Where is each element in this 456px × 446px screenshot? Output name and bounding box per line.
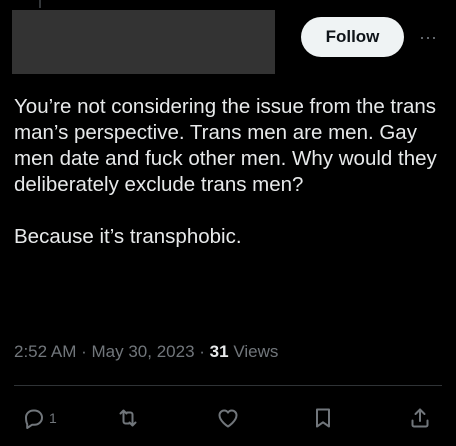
views-count: 31 — [209, 342, 229, 361]
more-options-icon[interactable]: ··· — [416, 27, 440, 47]
repost-button[interactable] — [116, 404, 140, 432]
views-label: Views — [233, 342, 279, 361]
bookmark-button[interactable] — [311, 404, 335, 432]
like-button[interactable] — [216, 404, 240, 432]
follow-button[interactable]: Follow — [301, 17, 404, 57]
share-icon — [411, 408, 429, 428]
meta-separator: · — [199, 342, 205, 361]
meta-separator: · — [81, 342, 87, 361]
post-date[interactable]: May 30, 2023 — [92, 342, 195, 361]
redacted-author-block — [12, 10, 275, 74]
repost-icon — [119, 409, 137, 427]
reply-count: 1 — [49, 410, 57, 426]
reply-button[interactable]: 1 — [22, 404, 57, 432]
post-text: You’re not considering the issue from th… — [14, 95, 437, 248]
action-bar: 1 — [0, 400, 456, 436]
post-metadata: 2:52 AM · May 30, 2023 · 31 Views — [14, 341, 278, 363]
post-time[interactable]: 2:52 AM — [14, 342, 76, 361]
heart-icon — [218, 409, 238, 428]
thread-connector-line — [39, 0, 41, 8]
divider — [14, 385, 442, 386]
reply-icon — [25, 409, 43, 429]
share-button[interactable] — [408, 404, 432, 432]
bookmark-icon — [316, 408, 330, 428]
